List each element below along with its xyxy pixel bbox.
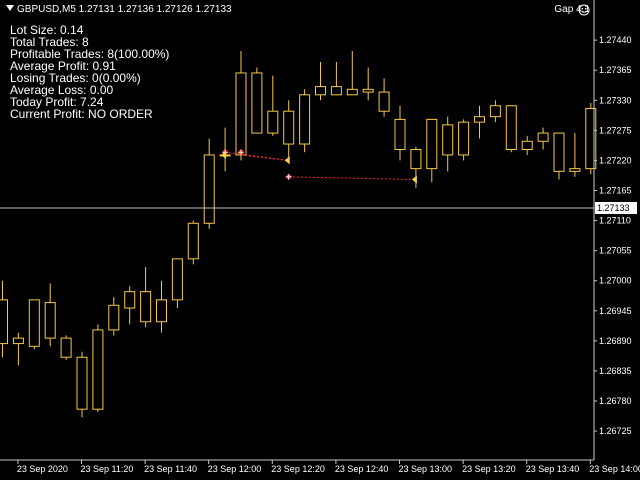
candle-body	[108, 304, 120, 331]
trade-line	[288, 176, 416, 181]
candle-body	[474, 116, 485, 123]
price-tick-label: 1.27220	[599, 155, 632, 165]
price-tick-label: 1.26890	[599, 336, 632, 346]
price-tick-label: 1.26945	[599, 306, 632, 316]
candle-body	[12, 337, 24, 345]
candle-body	[553, 132, 565, 172]
price-tick-label: 1.27165	[599, 185, 632, 195]
candle-body	[426, 118, 438, 170]
stats-line: Current Profit: NO ORDER	[10, 107, 153, 121]
chart-title-text: GBPUSD,M5 1.27131 1.27136 1.27126 1.2713…	[17, 4, 232, 15]
price-tick-label: 1.26725	[599, 426, 632, 436]
price-tick-label: 1.26780	[599, 396, 632, 406]
candle-body	[0, 299, 8, 345]
candle-body	[394, 118, 406, 150]
candle-body	[203, 154, 215, 224]
candle-body	[489, 105, 501, 118]
time-tick-label: 23 Sep 14:00	[589, 464, 640, 474]
price-axis[interactable]: 1.27440 1.27365 1.27330 1.27275 1.27220 1.271…	[593, 0, 637, 460]
candle-body	[28, 299, 40, 347]
current-price-label: 1.27133	[597, 203, 630, 213]
trade-exit-arrow	[284, 156, 290, 165]
price-tick-label: 1.27275	[599, 125, 632, 135]
time-tick-label: 23 Sep 12:40	[335, 464, 389, 474]
candle-body	[378, 91, 390, 112]
time-tick-label: 23 Sep 13:20	[462, 464, 516, 474]
candle-body	[283, 110, 295, 145]
time-axis[interactable]: 23 Sep 2020 23 Sep 11:20 23 Sep 11:40 23 Se…	[0, 459, 640, 474]
candle-body	[505, 105, 517, 150]
candle-body	[60, 337, 72, 358]
candle-body	[537, 132, 549, 142]
price-tick-label: 1.27365	[599, 65, 632, 75]
candle-body	[76, 356, 88, 410]
candle-body	[140, 291, 152, 323]
price-tick-label: 1.27055	[599, 246, 632, 256]
candle-body	[458, 121, 470, 156]
candle-body	[442, 124, 454, 156]
trade-line	[225, 151, 289, 161]
chart-menu-triangle-icon[interactable]	[6, 5, 14, 11]
candle-body	[124, 291, 136, 309]
trades-layer	[221, 149, 417, 184]
candle-body	[410, 148, 422, 170]
candle-body	[315, 86, 326, 96]
stats-panel: Lot Size: 0.14 Total Trades: 8 Profitable …	[10, 24, 169, 120]
candle-body	[251, 72, 263, 134]
time-tick-label: 23 Sep 12:00	[208, 464, 262, 474]
candle-body	[330, 86, 342, 96]
candle-body	[346, 88, 358, 96]
candle-body	[521, 140, 533, 150]
candle-body	[267, 110, 279, 134]
candle-body	[569, 168, 581, 172]
candle-body	[156, 299, 167, 323]
price-tick-label: 1.27330	[599, 95, 632, 105]
trade-exit-arrow	[411, 175, 417, 184]
price-tick-label: 1.27440	[599, 35, 632, 45]
candle-body	[235, 72, 247, 156]
time-tick-label: 23 Sep 2020	[17, 464, 68, 474]
trade-entry-cross	[285, 173, 292, 180]
price-tick-label: 1.27000	[599, 276, 632, 286]
trade-line	[240, 154, 289, 161]
candle-body	[187, 222, 199, 260]
time-tick-label: 23 Sep 11:40	[144, 464, 197, 474]
time-tick-label: 23 Sep 11:20	[81, 464, 134, 474]
time-tick-label: 23 Sep 13:00	[399, 464, 453, 474]
candle-body	[362, 88, 374, 93]
price-tick-label: 1.27110	[599, 216, 631, 226]
expert-smiley-icon[interactable]	[578, 4, 590, 16]
price-tick-label: 1.26835	[599, 366, 632, 376]
chart-title: GBPUSD,M5 1.27131 1.27136 1.27126 1.2713…	[6, 4, 232, 15]
time-tick-label: 23 Sep 13:40	[526, 464, 580, 474]
candle-body	[44, 302, 56, 339]
candle-body	[92, 329, 104, 410]
candle-body	[299, 94, 311, 145]
candle-body	[171, 258, 183, 301]
time-tick-label: 23 Sep 12:20	[271, 464, 325, 474]
